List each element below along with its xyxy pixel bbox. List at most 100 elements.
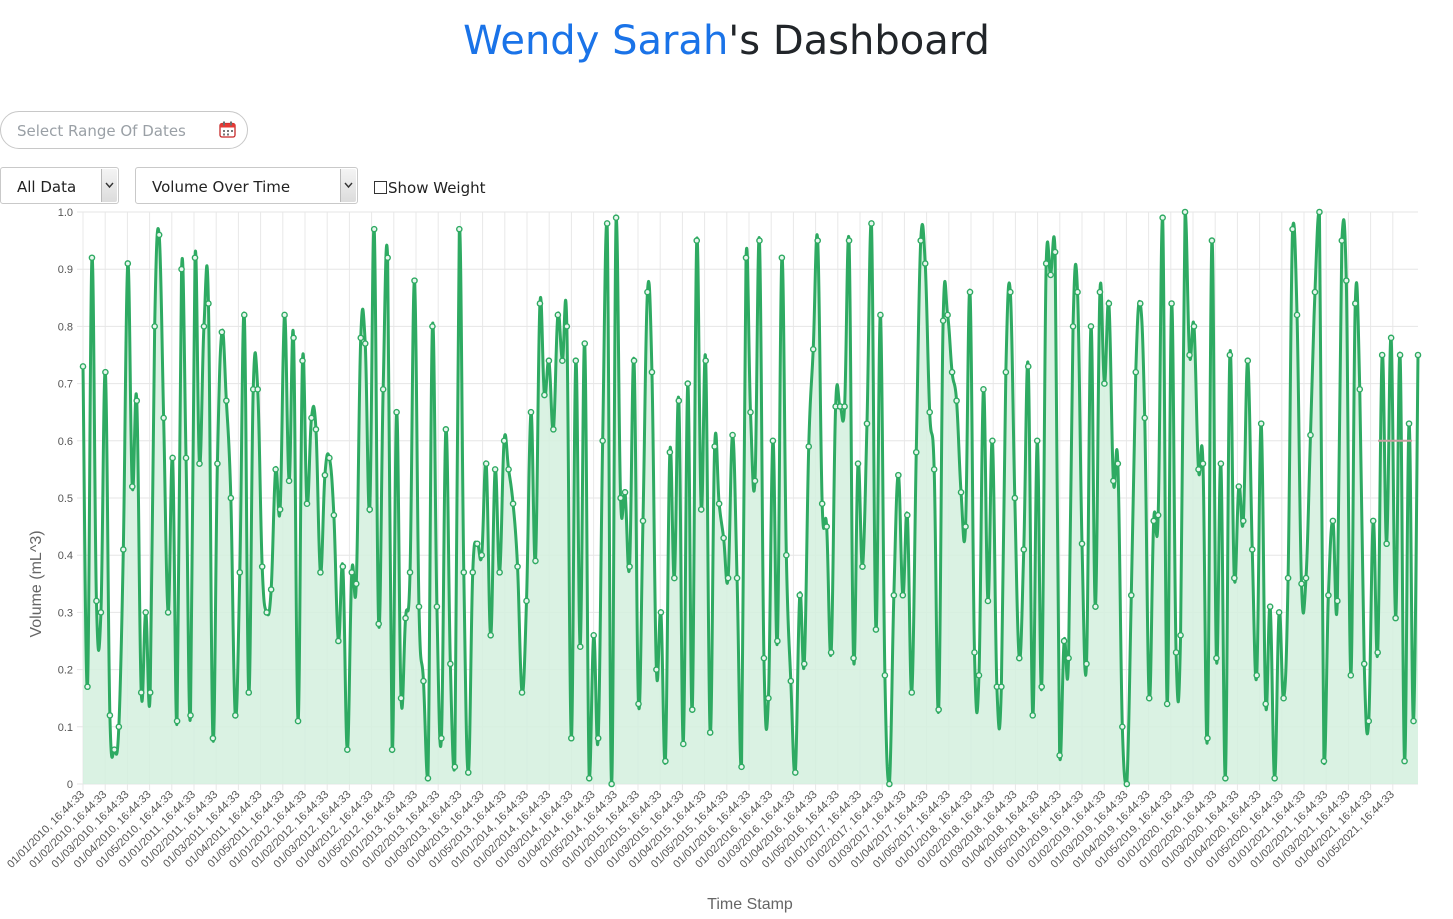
data-point (653, 666, 660, 673)
data-point (657, 609, 665, 616)
data-filter-select[interactable]: All Data (0, 167, 119, 204)
data-point (370, 225, 378, 233)
data-point (232, 712, 239, 719)
data-point (926, 408, 933, 416)
data-point (1145, 694, 1153, 702)
data-point (1168, 300, 1175, 307)
data-point (178, 265, 185, 273)
data-point (223, 397, 230, 405)
data-point (572, 357, 580, 365)
data-point (697, 506, 705, 513)
data-point (823, 523, 830, 530)
chevron-down-icon[interactable] (101, 169, 117, 202)
data-point (1181, 208, 1189, 216)
calendar-icon[interactable] (219, 121, 236, 138)
y-tick-label: 0.4 (58, 550, 73, 562)
data-point (1020, 546, 1028, 553)
data-point (1123, 780, 1131, 788)
data-point (720, 534, 727, 542)
data-point (1365, 717, 1373, 725)
data-point (1136, 300, 1144, 307)
data-point (729, 431, 736, 439)
data-point (1329, 517, 1337, 525)
data-point (79, 363, 87, 370)
chart-type-select[interactable]: Volume Over Time (135, 167, 358, 204)
data-point (1150, 517, 1157, 525)
data-point (859, 563, 866, 570)
data-point (1033, 437, 1041, 445)
data-point (1360, 660, 1368, 668)
data-point (173, 717, 181, 725)
data-point (128, 483, 136, 490)
data-point (375, 620, 382, 628)
data-point (863, 420, 871, 427)
show-weight-label: Show Weight (388, 179, 486, 197)
data-point (209, 734, 217, 742)
y-tick-label: 0.1 (58, 722, 73, 734)
data-point (1231, 574, 1238, 582)
data-point (706, 729, 714, 736)
data-point (155, 231, 163, 239)
data-point (357, 334, 365, 342)
data-point (603, 220, 611, 227)
data-point (196, 460, 203, 467)
data-point (1414, 351, 1422, 359)
data-point (1029, 712, 1037, 719)
data-point (523, 597, 530, 605)
data-point (97, 609, 105, 616)
data-point (299, 357, 306, 365)
chevron-down-icon[interactable] (340, 169, 356, 202)
data-point (1271, 774, 1278, 782)
data-point (1222, 774, 1229, 782)
data-point (456, 225, 463, 233)
data-point (1101, 380, 1108, 387)
data-point (1280, 694, 1287, 702)
data-point (406, 569, 414, 576)
data-point (1334, 597, 1341, 605)
show-weight-checkbox[interactable] (374, 181, 387, 194)
data-point (608, 780, 615, 788)
data-point (93, 597, 100, 605)
data-point (590, 631, 598, 639)
data-point (1293, 311, 1301, 319)
data-point (191, 254, 199, 262)
data-point (321, 471, 329, 479)
data-point (187, 712, 194, 719)
data-point (438, 734, 445, 742)
data-point (787, 677, 795, 685)
data-point (1051, 248, 1059, 256)
data-point (267, 586, 275, 593)
data-point (115, 723, 123, 731)
data-point (1356, 386, 1364, 393)
data-point (254, 386, 262, 393)
data-point (939, 317, 947, 324)
data-point (1087, 323, 1095, 330)
data-point (1369, 517, 1377, 525)
date-range-input[interactable]: Select Range Of Dates (0, 111, 248, 149)
data-point (294, 717, 302, 725)
data-point (88, 254, 96, 262)
data-point (550, 426, 557, 433)
data-point (379, 386, 387, 393)
data-point (1096, 288, 1104, 296)
data-point (581, 340, 589, 347)
data-point (693, 237, 701, 244)
data-point (1154, 511, 1162, 519)
data-point (1078, 540, 1086, 548)
data-point (778, 254, 786, 262)
y-tick-label: 0.3 (58, 607, 73, 619)
chart-type-value: Volume Over Time (152, 178, 291, 196)
data-point (635, 700, 642, 708)
data-point (877, 311, 884, 319)
data-point (164, 609, 172, 616)
data-point (827, 649, 835, 656)
data-point (388, 746, 396, 753)
data-point (518, 689, 526, 696)
data-point (285, 477, 293, 485)
data-point (908, 689, 916, 696)
data-point (133, 397, 141, 405)
data-point (1325, 591, 1332, 599)
data-point (845, 237, 853, 244)
show-weight-toggle[interactable]: Show Weight (374, 179, 486, 197)
data-point (491, 466, 499, 473)
